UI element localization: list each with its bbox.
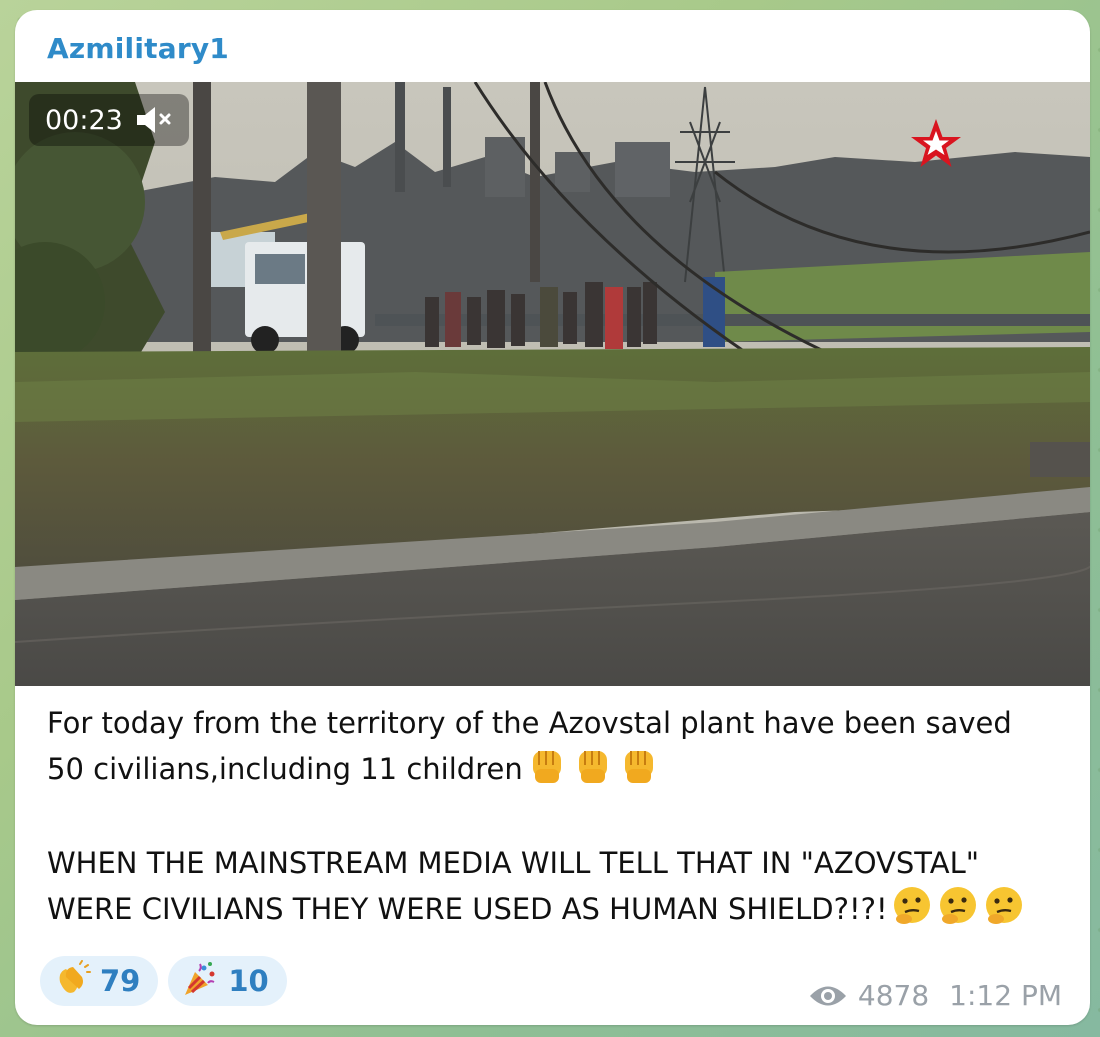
thinking-face-emoji — [982, 885, 1026, 939]
reaction-count: 79 — [100, 964, 141, 998]
message-time: 1:12 PM — [949, 979, 1062, 1012]
message-bubble: Azmilitary1 00:23 For today from the ter… — [15, 10, 1090, 1025]
clapping-hands-icon — [54, 960, 92, 1002]
thinking-face-emoji — [890, 885, 934, 939]
speaker-muted-icon[interactable] — [135, 104, 173, 136]
party-popper-icon — [182, 960, 220, 1002]
reaction-party-popper[interactable]: 10 — [168, 956, 287, 1006]
message-meta: 4878 1:12 PM — [808, 979, 1062, 1012]
video-duration: 00:23 — [45, 104, 123, 136]
video-frame — [15, 82, 1090, 686]
message-caption: For today from the territory of the Azov… — [47, 702, 1057, 939]
raised-fist-emoji — [525, 745, 569, 799]
red-star-logo — [911, 119, 961, 167]
reaction-clapping-hands[interactable]: 79 — [40, 956, 159, 1006]
video-timestamp-overlay: 00:23 — [29, 94, 189, 146]
thinking-face-emoji — [936, 885, 980, 939]
caption-line-2: WHEN THE MAINSTREAM MEDIA WILL TELL THAT… — [47, 846, 989, 926]
video-player[interactable]: 00:23 — [15, 82, 1090, 686]
eye-icon — [808, 983, 848, 1009]
reaction-count: 10 — [228, 964, 269, 998]
view-count: 4878 — [857, 979, 930, 1012]
raised-fist-emoji — [571, 745, 615, 799]
raised-fist-emoji — [617, 745, 661, 799]
reactions-bar: 79 10 — [40, 956, 287, 1006]
author-name[interactable]: Azmilitary1 — [47, 32, 229, 65]
